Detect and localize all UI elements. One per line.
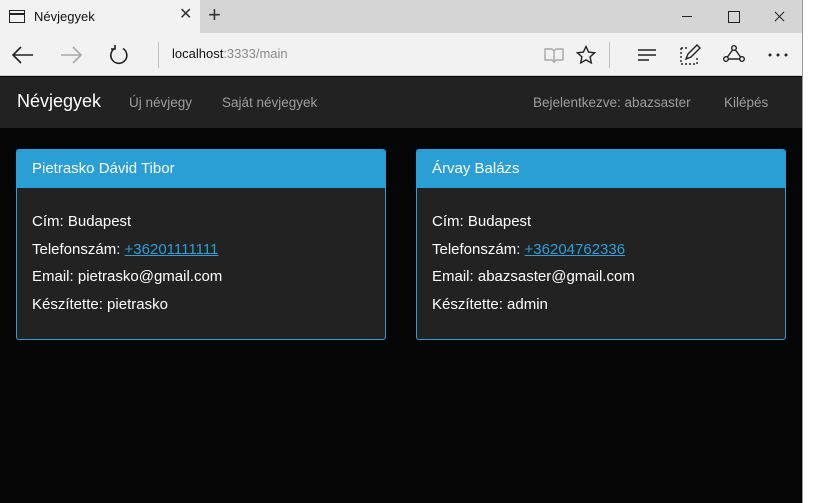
title-bar: Névjegyek ✕ + <box>0 0 802 33</box>
tab-title: Névjegyek <box>34 9 95 24</box>
address-value: Budapest <box>467 213 532 230</box>
plus-icon[interactable]: + <box>208 4 221 26</box>
url-path: :3333/main <box>223 46 288 61</box>
divider <box>158 42 159 68</box>
close-window-button[interactable] <box>756 0 802 33</box>
card-body: Cím: Budapest Telefonszám: +36201111111 … <box>17 188 385 323</box>
main-content: Pietrasko Dávid Tibor Cím: Budapest Tele… <box>0 128 802 503</box>
address-row: Cím: Budapest <box>432 212 770 240</box>
brand-link[interactable]: Névjegyek <box>17 91 101 112</box>
email-row: Email: abazsaster@gmail.com <box>432 267 770 295</box>
phone-label: Telefonszám: <box>432 240 521 258</box>
url-host: localhost <box>172 46 224 61</box>
maximize-button[interactable] <box>710 0 756 33</box>
contact-name: Árvay Balázs <box>417 150 785 188</box>
contact-card: Pietrasko Dávid Tibor Cím: Budapest Tele… <box>16 149 386 340</box>
address-bar[interactable]: localhost:3333/main <box>172 46 288 61</box>
email-value: pietrasko@gmail.com <box>77 268 223 286</box>
email-label: Email: <box>32 268 74 286</box>
pen-note-icon[interactable] <box>678 33 702 76</box>
creator-label: Készítette: <box>432 296 503 314</box>
address-row: Cím: Budapest <box>32 212 370 240</box>
email-label: Email: <box>432 268 474 286</box>
address-label: Cím: <box>432 213 464 230</box>
address-label: Cím: <box>32 213 64 230</box>
refresh-icon[interactable] <box>107 33 131 76</box>
nav-new-contact[interactable]: Új névjegy <box>129 95 192 110</box>
close-icon[interactable]: ✕ <box>179 7 192 23</box>
contact-name: Pietrasko Dávid Tibor <box>17 150 385 188</box>
hub-icon[interactable] <box>635 33 659 76</box>
creator-row: Készítette: admin <box>432 295 770 323</box>
phone-row: Telefonszám: +36204762336 <box>432 240 770 268</box>
email-row: Email: pietrasko@gmail.com <box>32 267 370 295</box>
email-value: abazsaster@gmail.com <box>477 268 635 286</box>
browser-toolbar: localhost:3333/main <box>0 33 802 76</box>
phone-link[interactable]: +36204762336 <box>525 241 626 258</box>
divider <box>609 42 610 68</box>
browser-window: Névjegyek ✕ + localhost:3333/main Névjeg… <box>0 0 803 503</box>
minimize-button[interactable] <box>664 0 710 33</box>
phone-row: Telefonszám: +36201111111 <box>32 240 370 268</box>
share-icon[interactable] <box>722 33 746 76</box>
arrow-right-icon[interactable] <box>58 33 84 76</box>
contact-card: Árvay Balázs Cím: Budapest Telefonszám: … <box>416 149 786 340</box>
nav-logout[interactable]: Kilépés <box>724 95 768 110</box>
nav-own-contacts[interactable]: Saját névjegyek <box>222 95 317 110</box>
creator-row: Készítette: pietrasko <box>32 295 370 323</box>
address-value: Budapest <box>67 213 132 230</box>
creator-value: pietrasko <box>107 296 168 314</box>
card-body: Cím: Budapest Telefonszám: +36204762336 … <box>417 188 785 323</box>
book-icon[interactable] <box>543 33 565 76</box>
page-icon <box>9 10 25 23</box>
app-navbar: Névjegyek Új névjegy Saját névjegyek Bej… <box>0 77 802 128</box>
creator-value: admin <box>507 296 548 314</box>
creator-label: Készítette: <box>32 296 103 314</box>
more-icon[interactable] <box>766 33 790 76</box>
logged-in-user: Bejelentkezve: abazsaster <box>533 95 691 110</box>
arrow-left-icon[interactable] <box>10 33 36 76</box>
star-icon[interactable] <box>575 33 597 76</box>
phone-link[interactable]: +36201111111 <box>125 241 219 258</box>
browser-tab[interactable]: Névjegyek ✕ <box>0 0 200 33</box>
phone-label: Telefonszám: <box>32 240 121 258</box>
